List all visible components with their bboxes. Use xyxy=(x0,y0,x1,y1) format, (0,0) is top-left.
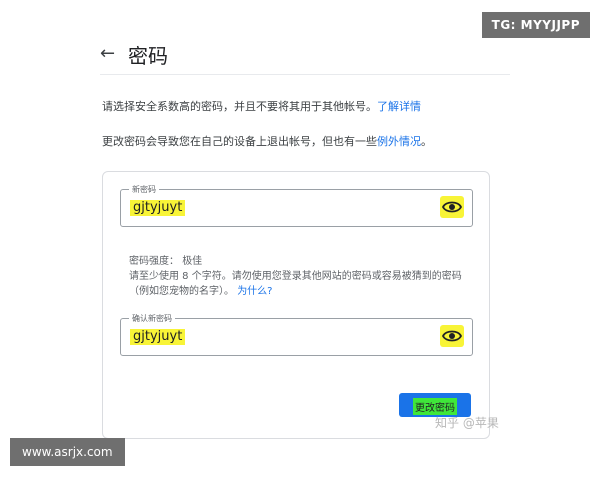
watermark-top: TG: MYYJJPP xyxy=(481,12,590,38)
confirm-password-label: 确认新密码 xyxy=(129,313,175,324)
page-title: 密码 xyxy=(128,44,168,68)
hint-line-2: （例如您宠物的名字）。 xyxy=(129,286,234,297)
why-link[interactable]: 为什么? xyxy=(237,286,272,297)
password-hint: 请至少使用 8 个字符。请勿使用您登录其他网站的密码或容易被猜到的密码 （例如您… xyxy=(129,269,469,299)
new-password-value[interactable]: gjtyjuyt xyxy=(130,200,186,216)
new-password-label: 新密码 xyxy=(129,184,159,195)
change-password-label: 更改密码 xyxy=(413,398,457,415)
intro-line-1: 请选择安全系数高的密码，并且不要将其用于其他帐号。了解详情 xyxy=(102,98,421,114)
back-arrow-icon[interactable]: ← xyxy=(100,43,115,64)
new-password-field[interactable]: 新密码 gjtyjuyt xyxy=(120,184,473,227)
password-strength: 密码强度： 极佳 xyxy=(129,252,202,267)
exceptions-link[interactable]: 例外情况 xyxy=(377,135,421,148)
hint-line-1: 请至少使用 8 个字符。请勿使用您登录其他网站的密码或容易被猜到的密码 xyxy=(129,271,462,282)
intro-text-1: 请选择安全系数高的密码，并且不要将其用于其他帐号。 xyxy=(102,100,377,113)
intro-text-2: 更改密码会导致您在自己的设备上退出帐号，但也有一些 xyxy=(102,135,377,148)
intro-text-2-end: 。 xyxy=(421,135,432,148)
watermark-bottom: www.asrjx.com xyxy=(10,438,125,466)
strength-value: 极佳 xyxy=(182,256,203,267)
strength-label: 密码强度： xyxy=(129,256,179,267)
password-card: 新密码 gjtyjuyt 密码强度： 极佳 请至少使用 8 个字符。请勿使用您登… xyxy=(102,171,490,439)
eye-icon[interactable] xyxy=(440,325,464,347)
watermark-zhihu: 知乎 @苹果 xyxy=(435,416,499,430)
learn-more-link[interactable]: 了解详情 xyxy=(377,100,421,113)
confirm-password-field[interactable]: 确认新密码 gjtyjuyt xyxy=(120,313,473,356)
confirm-password-value[interactable]: gjtyjuyt xyxy=(130,329,186,345)
eye-icon[interactable] xyxy=(440,196,464,218)
intro-line-2: 更改密码会导致您在自己的设备上退出帐号，但也有一些例外情况。 xyxy=(102,133,432,149)
page-header: ← 密码 xyxy=(100,40,510,75)
